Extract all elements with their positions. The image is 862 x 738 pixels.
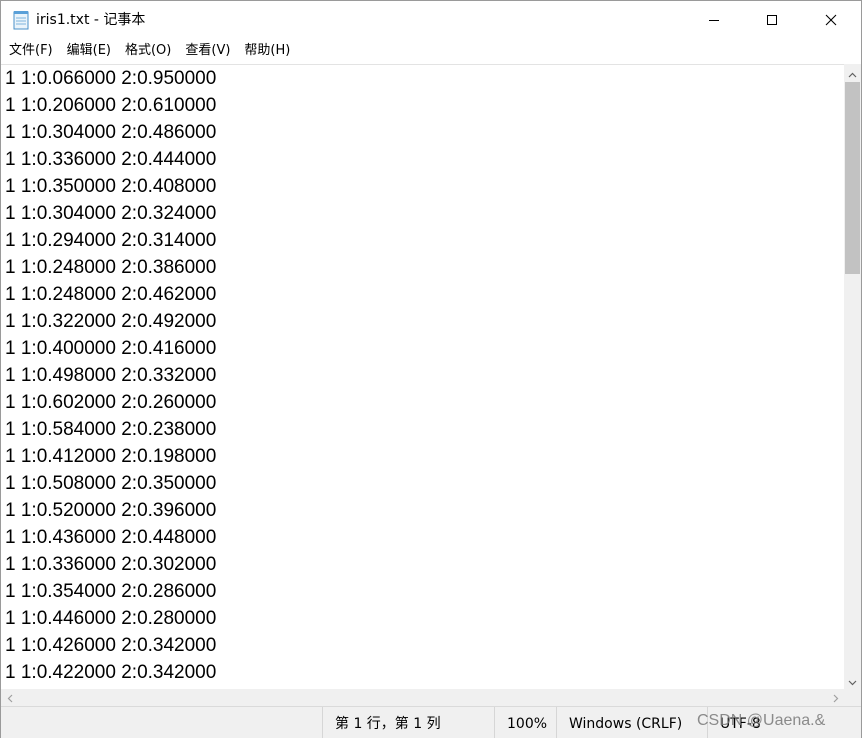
title-bar[interactable]: iris1.txt - 记事本 (1, 1, 861, 39)
notepad-window: iris1.txt - 记事本 文件(F) 编辑(E) 格式(O) 查看(V) … (0, 0, 862, 738)
text-line[interactable]: 1 1:0.436000 2:0.448000 (1, 524, 844, 551)
text-line[interactable]: 1 1:0.584000 2:0.238000 (1, 416, 844, 443)
text-line[interactable]: 1 1:0.602000 2:0.260000 (1, 389, 844, 416)
text-line[interactable]: 1 1:0.336000 2:0.444000 (1, 146, 844, 173)
text-line[interactable]: 1 1:0.322000 2:0.492000 (1, 308, 844, 335)
text-line[interactable]: 1 1:0.520000 2:0.396000 (1, 497, 844, 524)
text-line[interactable]: 1 1:0.304000 2:0.486000 (1, 119, 844, 146)
text-line[interactable]: 1 1:0.304000 2:0.324000 (1, 200, 844, 227)
scroll-up-button[interactable] (844, 64, 861, 81)
text-line[interactable]: 1 1:0.426000 2:0.342000 (1, 632, 844, 659)
menu-edit[interactable]: 编辑(E) (60, 39, 118, 63)
minimize-button[interactable] (685, 1, 743, 39)
scroll-down-button[interactable] (844, 672, 861, 689)
cursor-position: 第 1 行，第 1 列 (322, 707, 494, 738)
text-line[interactable]: 1 1:0.422000 2:0.342000 (1, 659, 844, 686)
chevron-left-icon (7, 688, 13, 707)
menu-bar: 文件(F) 编辑(E) 格式(O) 查看(V) 帮助(H) (1, 39, 861, 63)
text-lines: 1 1:0.066000 2:0.950000 1 1:0.206000 2:0… (1, 65, 844, 686)
watermark: CSDN @Uaena.& (697, 712, 826, 729)
horizontal-scrollbar[interactable] (1, 689, 844, 706)
line-ending: Windows (CRLF) (556, 707, 707, 738)
menu-help[interactable]: 帮助(H) (237, 39, 297, 63)
maximize-button[interactable] (743, 1, 801, 39)
notepad-icon (12, 10, 30, 30)
menu-format[interactable]: 格式(O) (118, 39, 178, 63)
text-line[interactable]: 1 1:0.354000 2:0.286000 (1, 578, 844, 605)
text-line[interactable]: 1 1:0.248000 2:0.386000 (1, 254, 844, 281)
vertical-scroll-thumb[interactable] (845, 82, 860, 274)
chevron-down-icon (848, 671, 857, 690)
chevron-right-icon (833, 688, 839, 707)
scrollbar-corner (844, 689, 861, 706)
text-line[interactable]: 1 1:0.350000 2:0.408000 (1, 173, 844, 200)
menu-file[interactable]: 文件(F) (1, 39, 60, 63)
menu-view[interactable]: 查看(V) (178, 39, 237, 63)
zoom-level: 100% (494, 707, 556, 738)
window-title: iris1.txt - 记事本 (36, 12, 146, 28)
text-line[interactable]: 1 1:0.508000 2:0.350000 (1, 470, 844, 497)
text-line[interactable]: 1 1:0.498000 2:0.332000 (1, 362, 844, 389)
vertical-scrollbar[interactable] (844, 64, 861, 689)
text-line[interactable]: 1 1:0.206000 2:0.610000 (1, 92, 844, 119)
chevron-up-icon (848, 63, 857, 82)
text-line[interactable]: 1 1:0.248000 2:0.462000 (1, 281, 844, 308)
text-line[interactable]: 1 1:0.412000 2:0.198000 (1, 443, 844, 470)
text-line[interactable]: 1 1:0.066000 2:0.950000 (1, 65, 844, 92)
close-icon (825, 11, 837, 30)
text-line[interactable]: 1 1:0.336000 2:0.302000 (1, 551, 844, 578)
close-button[interactable] (802, 1, 860, 39)
text-line[interactable]: 1 1:0.446000 2:0.280000 (1, 605, 844, 632)
text-line[interactable]: 1 1:0.400000 2:0.416000 (1, 335, 844, 362)
maximize-icon (766, 11, 778, 30)
minimize-icon (708, 11, 720, 30)
scroll-left-button[interactable] (1, 689, 18, 706)
scroll-right-button[interactable] (827, 689, 844, 706)
text-line[interactable]: 1 1:0.294000 2:0.314000 (1, 227, 844, 254)
text-editor[interactable]: 1 1:0.066000 2:0.950000 1 1:0.206000 2:0… (1, 64, 844, 689)
